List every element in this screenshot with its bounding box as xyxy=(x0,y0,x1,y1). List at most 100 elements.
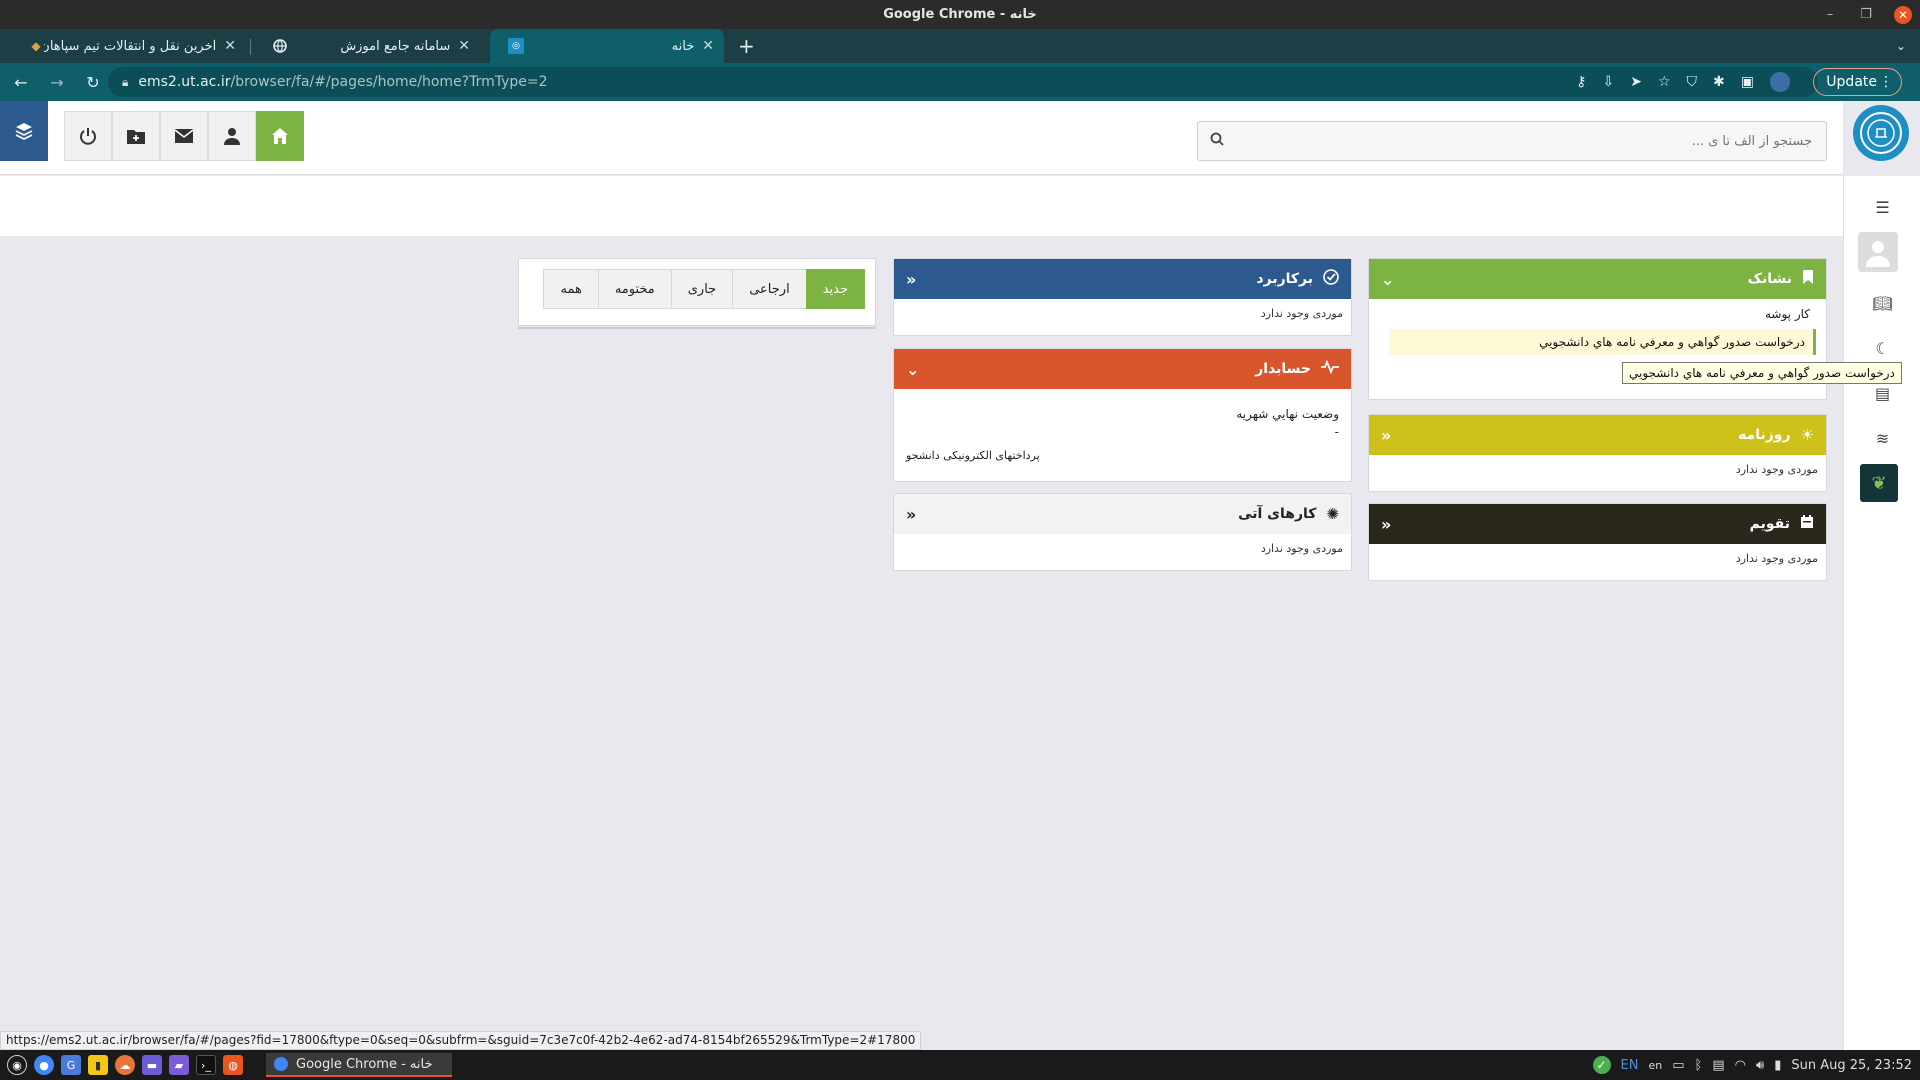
menu-dots-icon[interactable]: ⋮ xyxy=(1879,69,1893,95)
accounting-panel: حسابدار ⌄ وضعيت نهايي شهريه - پرداختهای … xyxy=(893,348,1352,482)
terminal-icon[interactable]: ›_ xyxy=(196,1055,216,1075)
home-icon xyxy=(272,128,288,144)
calendar-panel: تقویم « موردی وجود ندارد xyxy=(1368,503,1827,581)
chevron-down-icon[interactable]: ⌄ xyxy=(906,360,919,379)
close-window-button[interactable]: ✕ xyxy=(1894,5,1912,24)
double-chevron-left-icon[interactable]: « xyxy=(1381,426,1391,445)
address-bar[interactable]: 🔒︎ ems2.ut.ac.ir/browser/fa/#/pages/home… xyxy=(108,67,1818,97)
filter-tab-new[interactable]: جدید xyxy=(805,269,865,309)
tab-close-icon[interactable]: ✕ xyxy=(458,38,470,54)
new-tab-button[interactable]: + xyxy=(738,29,755,63)
book-icon[interactable]: 📖︎ xyxy=(1844,294,1920,313)
add-folder-button[interactable] xyxy=(112,111,160,161)
clipboard-icon[interactable]: ▤ xyxy=(1712,1058,1724,1073)
profile-avatar[interactable] xyxy=(1770,72,1790,92)
search-box[interactable] xyxy=(1197,121,1827,161)
wifi-icon[interactable]: ◠ xyxy=(1735,1058,1746,1073)
display-icon[interactable]: ▭ xyxy=(1672,1058,1684,1073)
activity-icon xyxy=(1321,359,1339,378)
tab-sepahan[interactable]: ◆ آخرین نقل و انتقالات تیم سپاهان ✕ xyxy=(10,29,246,63)
tab-home[interactable]: ◎ خانه ✕ xyxy=(490,29,724,63)
reload-icon[interactable]: ↻ xyxy=(78,73,108,92)
bookmark-folder[interactable]: کار پوشه xyxy=(1369,299,1826,327)
layers-button[interactable] xyxy=(0,101,48,161)
minimize-button[interactable]: – xyxy=(1822,0,1838,29)
translate-icon[interactable]: G xyxy=(61,1055,81,1075)
electronic-payments-link[interactable]: پرداختهای الکترونیکی دانشجو xyxy=(902,439,1343,464)
power-icon xyxy=(80,128,96,145)
files-icon[interactable]: ▰ xyxy=(169,1055,189,1075)
update-button[interactable]: Update ⋮ xyxy=(1813,68,1902,96)
send-icon[interactable]: ➤ xyxy=(1630,74,1642,90)
tuition-status-link[interactable]: وضعيت نهايي شهريه xyxy=(902,401,1343,425)
upcoming-panel-header: ✺ کارهای آتی « xyxy=(894,494,1351,534)
key-icon[interactable]: ⚷ xyxy=(1576,74,1586,90)
address-url[interactable]: ems2.ut.ac.ir/browser/fa/#/pages/home/ho… xyxy=(138,74,547,90)
install-icon[interactable]: ⇩ xyxy=(1603,74,1615,90)
filter-tab-current[interactable]: جاری xyxy=(670,269,734,309)
globe-icon xyxy=(272,38,288,54)
battery-icon[interactable]: ▮ xyxy=(1774,1058,1781,1073)
double-chevron-left-icon[interactable]: « xyxy=(906,505,916,524)
panel-title: کارهای آتی xyxy=(1238,506,1317,522)
check-circle-icon xyxy=(1323,269,1339,289)
keyboard-layout-en[interactable]: EN xyxy=(1621,1058,1639,1073)
profile-button[interactable] xyxy=(208,111,256,161)
language-indicator[interactable]: en xyxy=(1648,1059,1662,1072)
volume-icon[interactable]: 🔊︎ xyxy=(1756,1058,1764,1073)
bookmark-item[interactable]: درخواست صدور گواهي و معرفي نامه هاي دانش… xyxy=(1389,329,1816,355)
forward-icon[interactable]: → xyxy=(42,73,72,92)
tuition-status-value: - xyxy=(1334,425,1339,439)
tab-title: سامانه جامع آموزش xyxy=(340,38,451,54)
sidepanel-icon[interactable]: ▣ xyxy=(1741,74,1754,90)
filter-tab-all[interactable]: همه xyxy=(543,269,599,309)
tab-close-icon[interactable]: ✕ xyxy=(702,38,714,54)
check-icon[interactable]: ✓ xyxy=(1592,1056,1611,1074)
clock[interactable]: Sun Aug 25, 23:52 xyxy=(1791,1058,1912,1073)
save-icon[interactable]: ▤ xyxy=(1844,384,1920,403)
tab-title: آخرین نقل و انتقالات تیم سپاهان xyxy=(44,38,217,54)
tab-ems[interactable]: سامانه جامع آموزش ✕ xyxy=(254,29,480,63)
update-label: Update xyxy=(1826,74,1877,90)
tab-close-icon[interactable]: ✕ xyxy=(224,38,236,54)
logout-button[interactable] xyxy=(64,111,112,161)
lock-icon[interactable]: 🔒︎ xyxy=(122,75,128,90)
chevron-down-icon[interactable]: ⌄ xyxy=(1381,270,1394,289)
url-host: ems2.ut.ac.ir xyxy=(138,74,231,90)
layers-side-icon[interactable]: ≋ xyxy=(1844,429,1920,448)
vpn-icon[interactable]: ☁ xyxy=(115,1055,135,1075)
maximize-button[interactable]: ❐ xyxy=(1858,0,1874,29)
moon-icon[interactable]: ☾ xyxy=(1844,339,1920,358)
ubuntu-icon[interactable]: ◍ xyxy=(223,1055,243,1075)
back-icon[interactable]: ← xyxy=(6,73,36,92)
search-input[interactable] xyxy=(1198,122,1826,160)
taskbar: ◉ ● G ▮ ☁ ▬ ▰ ›_ ◍ Google Chrome - خانه … xyxy=(0,1050,1920,1080)
user-avatar[interactable] xyxy=(1858,232,1898,272)
folder-add-icon xyxy=(127,130,145,144)
notes-icon[interactable]: ▮ xyxy=(88,1055,108,1075)
panel-title: نشانک xyxy=(1747,271,1792,287)
tab-search-icon[interactable]: ⌄ xyxy=(1896,29,1906,63)
chrome-icon[interactable]: ● xyxy=(34,1055,54,1075)
star-icon[interactable]: ☆ xyxy=(1658,74,1671,90)
journal-panel: ☀ روزنامه « موردی وجود ندارد xyxy=(1368,414,1827,492)
app-thumbnail[interactable]: ❦ xyxy=(1860,464,1898,502)
filter-tab-referred[interactable]: ارجاعی xyxy=(732,269,807,309)
applied-panel: برکاربرد « موردی وجود ندارد xyxy=(893,258,1352,336)
shield-icon[interactable]: ⛉ xyxy=(1687,74,1698,90)
extensions-icon[interactable]: ✱ xyxy=(1713,74,1725,90)
taskbar-chrome-window[interactable]: Google Chrome - خانه xyxy=(266,1053,452,1077)
home-button[interactable] xyxy=(256,111,304,161)
applied-panel-header: برکاربرد « xyxy=(894,259,1351,299)
mail-button[interactable] xyxy=(160,111,208,161)
panel-title: حسابدار xyxy=(1255,361,1311,377)
double-chevron-left-icon[interactable]: « xyxy=(1381,515,1391,534)
filter-tab-closed[interactable]: مختومه xyxy=(597,269,672,309)
menu-collapse-icon[interactable]: ☰ xyxy=(1844,198,1920,217)
search-icon[interactable] xyxy=(1210,132,1224,150)
bluetooth-icon[interactable]: ᛒ xyxy=(1695,1058,1703,1073)
double-chevron-left-icon[interactable]: « xyxy=(906,270,916,289)
url-path: /browser/fa/#/pages/home/home?TrmType=2 xyxy=(230,74,548,90)
media-icon[interactable]: ▬ xyxy=(142,1055,162,1075)
app-menu-icon[interactable]: ◉ xyxy=(7,1055,27,1075)
